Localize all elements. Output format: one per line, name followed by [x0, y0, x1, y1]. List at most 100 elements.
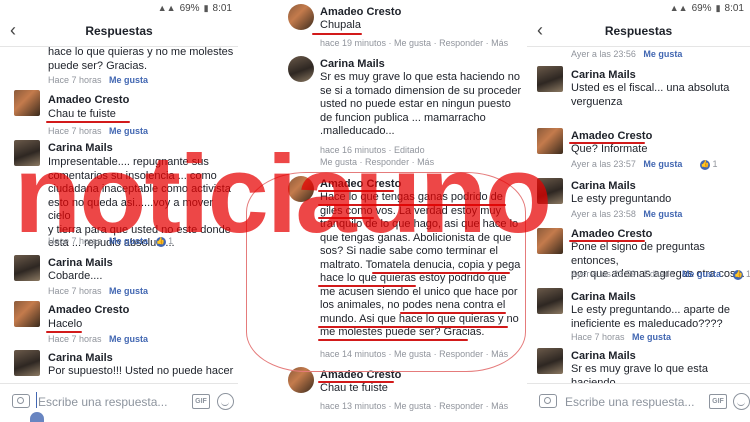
comment-meta: Hace 7 horas Me gusta 👍 1	[48, 236, 173, 247]
avatar[interactable]	[14, 255, 40, 281]
reaction-count: 1	[712, 159, 718, 169]
comment-text: Le esty preguntando... aparte de inefici…	[571, 304, 731, 330]
back-arrow-icon[interactable]: ‹	[10, 20, 16, 41]
commenter-name[interactable]: Carina Mails	[571, 350, 636, 362]
comment-meta: hace 19 minutos · Me gusta · Responder ·…	[320, 38, 509, 48]
edited-label: Editado	[643, 269, 675, 279]
comment-meta: Hace 7 horas Me gusta	[48, 334, 148, 344]
comment-meta: Hace 7 horas Me gusta	[48, 286, 148, 296]
like-reaction-icon: 👍	[733, 269, 744, 280]
avatar[interactable]	[537, 348, 563, 374]
comment-text: Hacelo	[48, 318, 83, 330]
gif-button[interactable]: GIF	[192, 394, 210, 409]
avatar[interactable]	[537, 178, 563, 204]
red-highlight-circle	[246, 172, 526, 372]
like-button[interactable]: Me gusta	[394, 38, 431, 48]
status-bar: ▲▲ 69% ▮ 8:01	[527, 0, 750, 16]
comment-time: Hace 7 horas	[571, 332, 625, 342]
comment-meta: Ayer a las 23:58 Me gusta	[571, 209, 682, 219]
commenter-name[interactable]: Carina Mails	[48, 142, 113, 154]
avatar[interactable]	[537, 288, 563, 314]
comment-meta: Ayer a las 23:59 · Editado Me gusta 👍 1	[571, 269, 750, 280]
page-title: Respuestas	[604, 24, 673, 38]
like-button[interactable]: Me gusta	[109, 126, 148, 136]
comment-time: Ayer a las 23:58	[571, 209, 636, 219]
emoji-icon[interactable]	[217, 393, 234, 410]
commenter-name[interactable]: Amadeo Cresto	[571, 130, 652, 142]
camera-icon[interactable]	[12, 394, 30, 408]
commenter-name[interactable]: Carina Mails	[571, 291, 636, 303]
comment-time: Ayer a las 23:56	[571, 49, 636, 59]
replies-header: ‹ Respuestas	[0, 16, 238, 47]
like-button[interactable]: Me gusta	[109, 334, 148, 344]
red-underline	[46, 331, 82, 333]
comment-time: Hace 7 horas	[48, 236, 102, 246]
reply-button[interactable]: Responder	[365, 157, 409, 167]
avatar[interactable]	[288, 4, 314, 30]
signal-icon: ▲▲	[669, 3, 688, 13]
avatar[interactable]	[14, 301, 40, 327]
comment-time: hace 19 minutos	[320, 38, 387, 48]
avatar[interactable]	[537, 228, 563, 254]
back-arrow-icon[interactable]: ‹	[537, 20, 543, 41]
avatar[interactable]	[14, 140, 40, 166]
commenter-name[interactable]: Amadeo Cresto	[571, 228, 652, 240]
like-button[interactable]: Me gusta	[643, 159, 682, 169]
reply-button[interactable]: Responder	[439, 401, 483, 411]
like-reaction-icon: 👍	[699, 159, 710, 170]
like-button[interactable]: Me gusta	[320, 157, 357, 167]
more-button[interactable]: Más	[491, 38, 508, 48]
camera-icon[interactable]	[539, 394, 557, 408]
like-button[interactable]: Me gusta	[394, 401, 431, 411]
comment-text: Le esty preguntando	[571, 193, 672, 205]
comment-text: Chau te fuiste	[48, 108, 116, 120]
avatar[interactable]	[14, 90, 40, 116]
avatar[interactable]	[537, 128, 563, 154]
replies-panel-right: ▲▲ 69% ▮ 8:01 ‹ Respuestas Ayer a las 23…	[527, 0, 750, 422]
page-title: Respuestas	[85, 24, 153, 38]
like-reaction-icon: 👍	[155, 236, 166, 247]
text-selection-handle[interactable]	[30, 412, 44, 422]
commenter-name[interactable]: Carina Mails	[48, 257, 113, 269]
comment-time: Ayer a las 23:57	[571, 159, 636, 169]
comment-text: Usted es el fiscal... una absoluta vergu…	[571, 82, 730, 108]
like-button[interactable]: Me gusta	[682, 269, 721, 279]
avatar[interactable]	[14, 350, 40, 376]
comment-actions: Me gusta · Responder · Más	[320, 157, 435, 167]
comment-time: Hace 7 horas	[48, 126, 102, 136]
emoji-icon[interactable]	[733, 393, 750, 410]
like-button[interactable]: Me gusta	[109, 286, 148, 296]
commenter-name[interactable]: Carina Mails	[571, 69, 636, 81]
battery-icon: ▮	[715, 2, 721, 13]
comment-time: hace 16 minutos	[320, 145, 387, 155]
text-cursor	[36, 392, 37, 408]
like-button[interactable]: Me gusta	[109, 236, 148, 246]
like-button[interactable]: Me gusta	[109, 75, 148, 85]
comment-text: Cobarde....	[48, 270, 103, 282]
commenter-name[interactable]: Amadeo Cresto	[48, 94, 129, 106]
comment-text: hace lo que quieras y no me molestes pue…	[48, 46, 234, 72]
like-button[interactable]: Me gusta	[643, 49, 682, 59]
reply-input[interactable]: Escribe una respuesta...	[38, 395, 167, 409]
commenter-name[interactable]: Carina Mails	[571, 180, 636, 192]
avatar[interactable]	[537, 66, 563, 92]
reply-button[interactable]: Responder	[439, 38, 483, 48]
more-button[interactable]: Más	[491, 401, 508, 411]
more-button[interactable]: Más	[417, 157, 434, 167]
comment-text: Chau te fuiste	[320, 382, 388, 394]
commenter-name[interactable]: Carina Mails	[48, 352, 113, 364]
commenter-name[interactable]: Amadeo Cresto	[48, 304, 129, 316]
comment-time: Ayer a las 23:59	[571, 269, 636, 279]
edited-label: Editado	[394, 145, 425, 155]
comment-meta: Ayer a las 23:56 Me gusta	[571, 49, 682, 59]
commenter-name[interactable]: Carina Mails	[320, 58, 385, 70]
comment-time: Hace 7 horas	[48, 286, 102, 296]
gif-button[interactable]: GIF	[709, 394, 727, 409]
like-button[interactable]: Me gusta	[632, 332, 671, 342]
avatar[interactable]	[288, 56, 314, 82]
comment-time: Hace 7 horas	[48, 75, 102, 85]
reply-input[interactable]: Escribe una respuesta...	[565, 395, 694, 409]
like-button[interactable]: Me gusta	[643, 209, 682, 219]
reply-input-bar: Escribe una respuesta... GIF	[527, 383, 750, 422]
commenter-name[interactable]: Amadeo Cresto	[320, 6, 401, 18]
